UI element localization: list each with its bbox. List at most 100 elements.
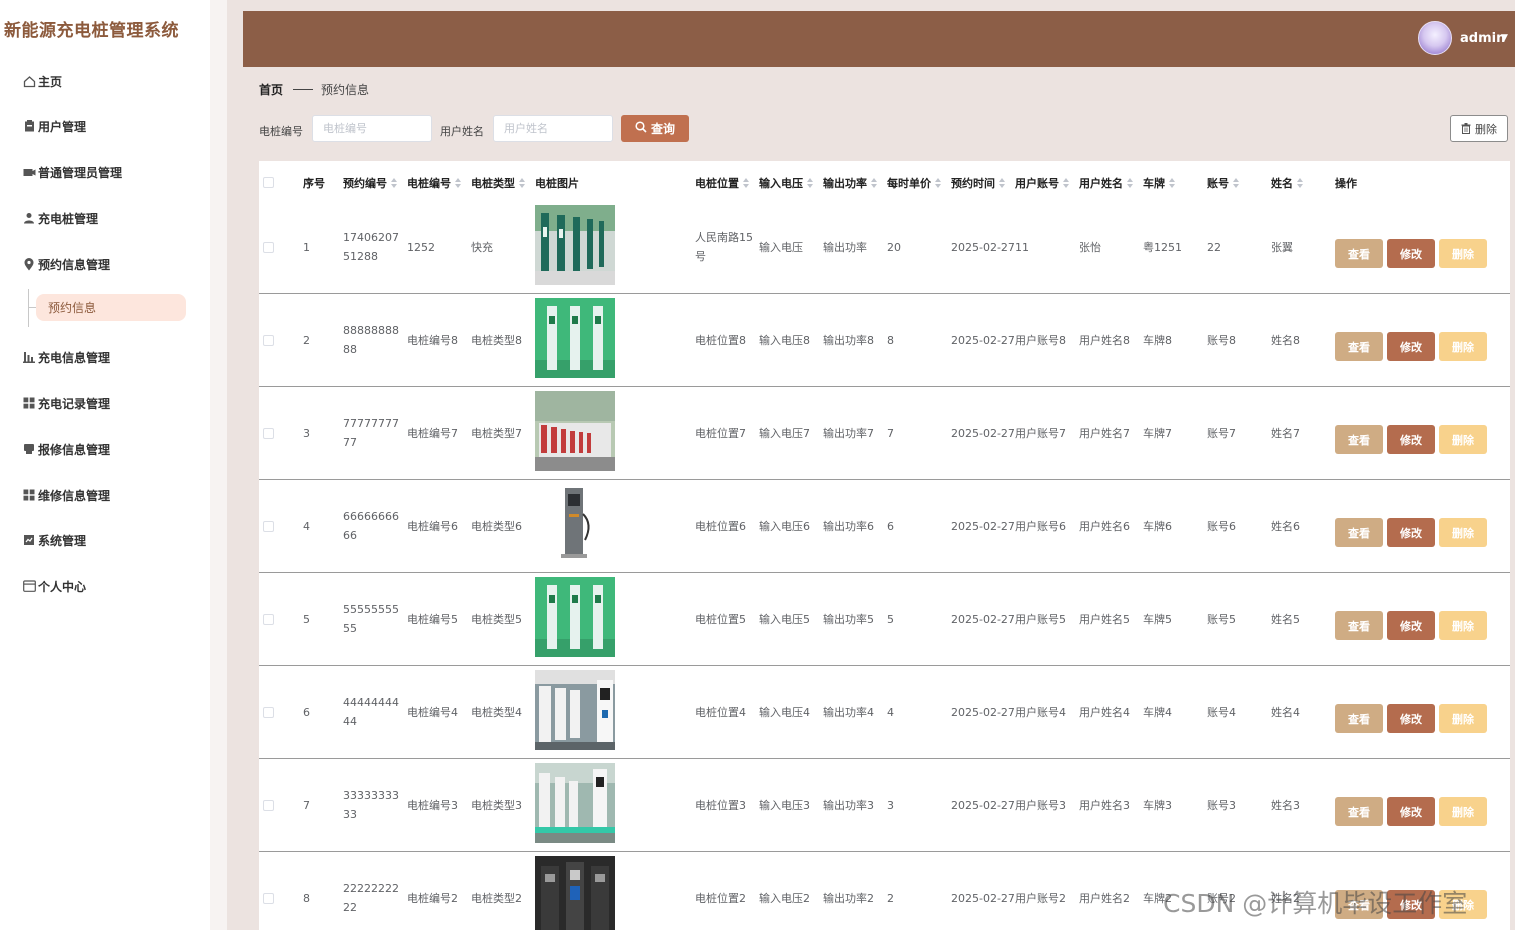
user-name-input[interactable] bbox=[493, 115, 613, 142]
col-price[interactable]: 每时单价 bbox=[887, 175, 942, 191]
charger-image[interactable] bbox=[535, 484, 615, 564]
sidebar-item-charging-info[interactable]: 充电信息管理 bbox=[22, 345, 110, 369]
col-pile-no[interactable]: 电桩编号 bbox=[407, 175, 462, 191]
bulk-delete-button[interactable]: 删除 bbox=[1450, 115, 1508, 142]
sidebar-item-users[interactable]: 用户管理 bbox=[22, 114, 86, 138]
cell-plate: 车牌3 bbox=[1143, 798, 1172, 812]
delete-button[interactable]: 删除 bbox=[1439, 239, 1487, 268]
cell-pile-no: 电桩编号7 bbox=[407, 426, 458, 440]
sort-icon[interactable] bbox=[743, 177, 750, 189]
sort-icon[interactable] bbox=[1297, 177, 1304, 189]
sort-icon[interactable] bbox=[999, 177, 1006, 189]
delete-button[interactable]: 删除 bbox=[1439, 704, 1487, 733]
sort-icon[interactable] bbox=[1233, 177, 1240, 189]
charger-image[interactable] bbox=[535, 577, 615, 657]
col-power[interactable]: 输出功率 bbox=[823, 175, 878, 191]
sidebar-item-label: 充电信息管理 bbox=[38, 350, 111, 365]
sort-icon[interactable] bbox=[935, 177, 942, 189]
home-icon bbox=[22, 74, 36, 88]
cell-time: 2025-02-27 bbox=[951, 240, 1015, 254]
edit-button[interactable]: 修改 bbox=[1387, 797, 1435, 826]
sort-icon[interactable] bbox=[519, 177, 526, 189]
breadcrumb-separator bbox=[293, 89, 313, 90]
row-checkbox[interactable] bbox=[263, 521, 274, 532]
sidebar-item-label: 用户管理 bbox=[38, 119, 87, 134]
charger-image[interactable] bbox=[535, 856, 615, 930]
row-checkbox[interactable] bbox=[263, 800, 274, 811]
view-button[interactable]: 查看 bbox=[1335, 611, 1383, 640]
sort-icon[interactable] bbox=[1063, 177, 1070, 189]
edit-button[interactable]: 修改 bbox=[1387, 704, 1435, 733]
col-location[interactable]: 电桩位置 bbox=[695, 175, 750, 191]
view-button[interactable]: 查看 bbox=[1335, 518, 1383, 547]
col-order-no[interactable]: 预约编号 bbox=[343, 175, 398, 191]
sidebar-item-piles[interactable]: 充电桩管理 bbox=[22, 206, 98, 230]
charger-image[interactable] bbox=[535, 670, 615, 750]
username[interactable]: admin bbox=[1460, 31, 1505, 46]
sort-icon[interactable] bbox=[455, 177, 462, 189]
sort-icon[interactable] bbox=[391, 177, 398, 189]
caret-down-icon[interactable]: ▼ bbox=[1501, 33, 1508, 43]
row-checkbox[interactable] bbox=[263, 614, 274, 625]
col-account[interactable]: 用户账号 bbox=[1015, 175, 1070, 191]
sidebar-item-repair-reports[interactable]: 报修信息管理 bbox=[22, 437, 110, 461]
charger-image[interactable] bbox=[535, 391, 615, 471]
query-button[interactable]: 查询 bbox=[621, 115, 689, 142]
edit-button[interactable]: 修改 bbox=[1387, 518, 1435, 547]
row-checkbox[interactable] bbox=[263, 335, 274, 346]
edit-button[interactable]: 修改 bbox=[1387, 611, 1435, 640]
sort-icon[interactable] bbox=[871, 177, 878, 189]
delete-button[interactable]: 删除 bbox=[1439, 332, 1487, 361]
col-username[interactable]: 用户姓名 bbox=[1079, 175, 1134, 191]
col-acct[interactable]: 账号 bbox=[1207, 175, 1240, 191]
breadcrumb-home[interactable]: 首页 bbox=[259, 81, 283, 98]
pile-no-input[interactable] bbox=[312, 115, 432, 142]
col-name[interactable]: 姓名 bbox=[1271, 175, 1304, 191]
submenu-item-reservation-info[interactable]: 预约信息 bbox=[36, 294, 186, 321]
delete-button[interactable]: 删除 bbox=[1439, 611, 1487, 640]
charger-image[interactable] bbox=[535, 205, 615, 285]
user-name-label: 用户姓名 bbox=[440, 125, 484, 138]
sidebar-item-label: 预约信息管理 bbox=[38, 257, 111, 272]
charger-image[interactable] bbox=[535, 298, 615, 378]
sidebar-item-charging-records[interactable]: 充电记录管理 bbox=[22, 391, 110, 415]
sidebar-item-label: 普通管理员管理 bbox=[38, 165, 123, 180]
sidebar-item-maintenance[interactable]: 维修信息管理 bbox=[22, 483, 110, 507]
view-button[interactable]: 查看 bbox=[1335, 797, 1383, 826]
sidebar-item-home[interactable]: 主页 bbox=[22, 69, 62, 93]
col-time[interactable]: 预约时间 bbox=[951, 175, 1006, 191]
sidebar-item-profile[interactable]: 个人中心 bbox=[22, 574, 86, 598]
cell-name: 姓名4 bbox=[1271, 705, 1300, 719]
cell-pile-no: 电桩编号8 bbox=[407, 333, 458, 347]
sort-icon[interactable] bbox=[1127, 177, 1134, 189]
edit-button[interactable]: 修改 bbox=[1387, 239, 1435, 268]
cell-location: 电桩位置2 bbox=[695, 891, 746, 905]
view-button[interactable]: 查看 bbox=[1335, 425, 1383, 454]
sidebar-item-reservations[interactable]: 预约信息管理 bbox=[22, 252, 110, 276]
sidebar-item-system[interactable]: 系统管理 bbox=[22, 528, 86, 552]
row-checkbox[interactable] bbox=[263, 428, 274, 439]
view-button[interactable]: 查看 bbox=[1335, 332, 1383, 361]
cell-username: 用户姓名3 bbox=[1079, 798, 1130, 812]
avatar[interactable] bbox=[1418, 21, 1452, 55]
sidebar-gap bbox=[210, 0, 227, 930]
col-pile-type[interactable]: 电桩类型 bbox=[471, 175, 526, 191]
select-all-checkbox[interactable] bbox=[263, 177, 274, 188]
view-button[interactable]: 查看 bbox=[1335, 704, 1383, 733]
delete-button[interactable]: 删除 bbox=[1439, 797, 1487, 826]
charger-image[interactable] bbox=[535, 763, 615, 843]
edit-button[interactable]: 修改 bbox=[1387, 332, 1435, 361]
row-checkbox[interactable] bbox=[263, 893, 274, 904]
col-plate[interactable]: 车牌 bbox=[1143, 175, 1176, 191]
sidebar-item-label: 维修信息管理 bbox=[38, 488, 111, 503]
delete-button[interactable]: 删除 bbox=[1439, 425, 1487, 454]
row-checkbox[interactable] bbox=[263, 707, 274, 718]
view-button[interactable]: 查看 bbox=[1335, 239, 1383, 268]
row-checkbox[interactable] bbox=[263, 242, 274, 253]
sort-icon[interactable] bbox=[1169, 177, 1176, 189]
delete-button[interactable]: 删除 bbox=[1439, 518, 1487, 547]
col-voltage[interactable]: 输入电压 bbox=[759, 175, 814, 191]
edit-button[interactable]: 修改 bbox=[1387, 425, 1435, 454]
sidebar-item-admins[interactable]: 普通管理员管理 bbox=[22, 160, 122, 184]
sort-icon[interactable] bbox=[807, 177, 814, 189]
